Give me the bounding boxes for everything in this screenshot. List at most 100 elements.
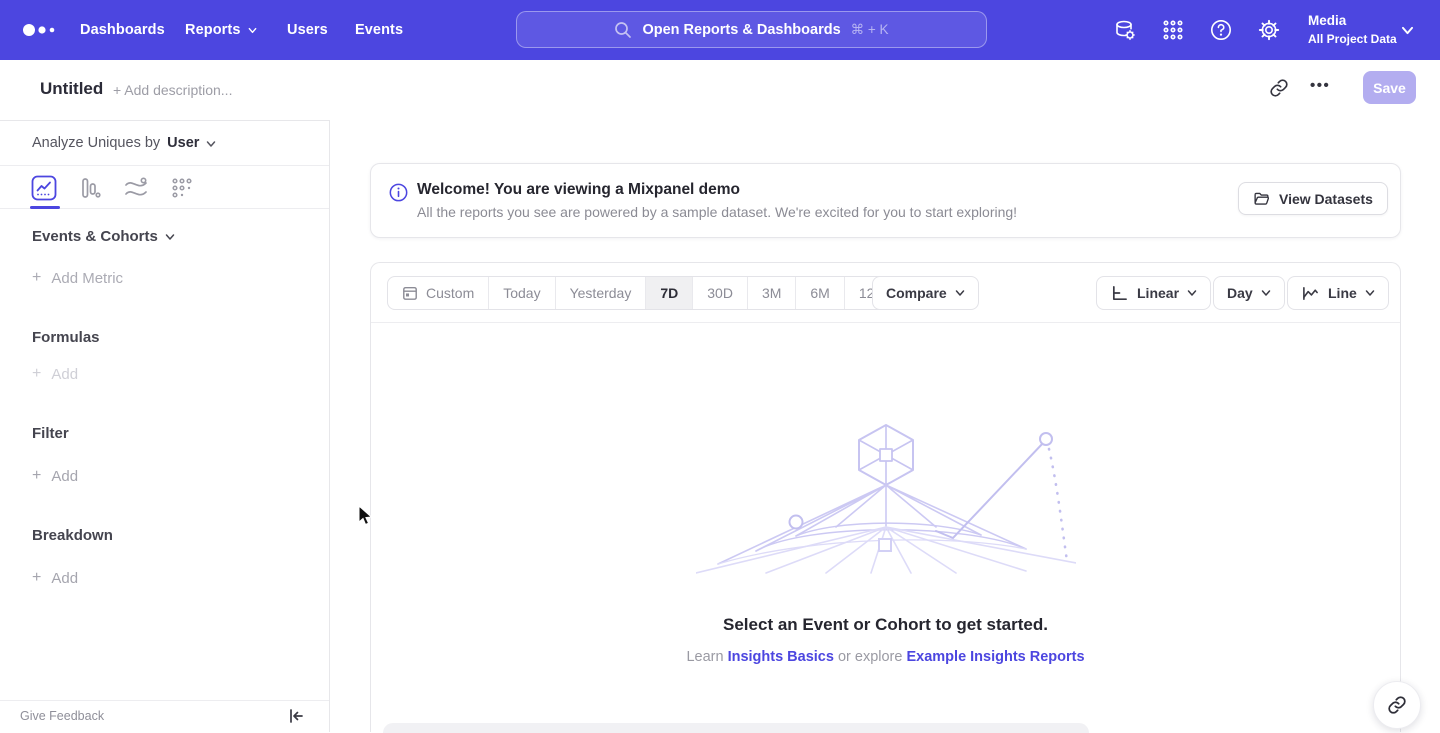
save-button[interactable]: Save	[1363, 71, 1416, 104]
collapse-sidebar-icon[interactable]	[287, 707, 305, 725]
interval-label: Day	[1227, 285, 1253, 301]
report-description-placeholder[interactable]: + Add description...	[113, 82, 232, 98]
selected-tab-indicator	[30, 206, 60, 209]
formulas-heading: Formulas	[32, 329, 100, 346]
interval-dropdown[interactable]: Day	[1213, 276, 1285, 310]
add-breakdown-label: Add	[51, 570, 78, 587]
empty-state-title: Select an Event or Cohort to get started…	[371, 615, 1400, 635]
search-shortcut: ⌘ + K	[851, 22, 889, 38]
add-metric-label: Add Metric	[51, 270, 123, 287]
plus-icon: +	[32, 569, 41, 587]
analyze-by-value: User	[167, 135, 199, 151]
nav-dashboards-label: Dashboards	[80, 22, 165, 38]
nav-users-label: Users	[287, 22, 328, 38]
line-chart-tab[interactable]	[31, 175, 57, 201]
chart-type-dropdown[interactable]: Line	[1287, 276, 1389, 310]
chevron-down-icon	[1365, 288, 1375, 298]
insights-chart-panel: Custom Today Yesterday 7D 30D 3M 6M 12M …	[370, 262, 1401, 732]
help-icon[interactable]	[1209, 18, 1233, 42]
chevron-down-icon	[955, 288, 965, 298]
nav-events[interactable]: Events	[355, 0, 403, 60]
more-options-icon[interactable]: •••	[1310, 77, 1330, 94]
data-management-icon[interactable]	[1113, 18, 1137, 42]
chevron-down-icon	[1261, 288, 1271, 298]
info-icon	[389, 183, 408, 202]
example-reports-link[interactable]: Example Insights Reports	[906, 649, 1084, 665]
range-custom[interactable]: Custom	[388, 277, 489, 309]
range-30d[interactable]: 30D	[693, 277, 748, 309]
nav-reports[interactable]: Reports	[185, 0, 257, 60]
flow-chart-tab[interactable]	[123, 175, 149, 201]
line-chart-icon	[1301, 285, 1320, 302]
link-icon[interactable]	[1269, 78, 1289, 98]
folder-icon	[1253, 190, 1270, 207]
bar-chart-tab[interactable]	[77, 175, 103, 201]
range-custom-label: Custom	[426, 285, 474, 301]
view-datasets-button[interactable]: View Datasets	[1238, 182, 1388, 215]
learn-prefix: Learn	[686, 649, 723, 665]
plus-icon: +	[32, 467, 41, 485]
nav-dashboards[interactable]: Dashboards	[80, 0, 165, 60]
empty-state-subtitle: Learn Insights Basics or explore Example…	[371, 649, 1400, 665]
project-scope: All Project Data	[1308, 32, 1397, 46]
empty-state-illustration	[696, 423, 1076, 575]
date-range-selector: Custom Today Yesterday 7D 30D 3M 6M 12M	[387, 276, 901, 310]
range-7d[interactable]: 7D	[646, 277, 693, 309]
scatter-chart-tab[interactable]	[169, 175, 195, 201]
sidebar-footer: Give Feedback	[0, 700, 329, 732]
range-today[interactable]: Today	[489, 277, 555, 309]
compare-label: Compare	[886, 285, 947, 301]
query-builder-sidebar: Analyze Uniques by User	[0, 120, 330, 732]
add-filter-button[interactable]: + Add	[32, 467, 78, 485]
add-formula-label: Add	[51, 366, 78, 383]
add-breakdown-button[interactable]: + Add	[32, 569, 78, 587]
calendar-icon	[402, 285, 418, 301]
analyze-by-dropdown[interactable]: User	[167, 135, 215, 151]
chevron-down-icon	[248, 26, 257, 35]
demo-welcome-banner: Welcome! You are viewing a Mixpanel demo…	[370, 163, 1401, 238]
insights-basics-link[interactable]: Insights Basics	[728, 649, 834, 665]
scale-dropdown[interactable]: Linear	[1096, 276, 1211, 310]
scale-label: Linear	[1137, 285, 1179, 301]
chevron-down-icon	[165, 232, 174, 241]
search-icon	[614, 21, 632, 39]
global-search-input[interactable]: Open Reports & Dashboards ⌘ + K	[516, 11, 987, 48]
analyze-uniques-row: Analyze Uniques by User	[0, 121, 329, 166]
project-chevron-down-icon[interactable]	[1401, 24, 1414, 37]
axis-scale-icon	[1110, 285, 1129, 302]
nav-users[interactable]: Users	[287, 0, 328, 60]
report-title[interactable]: Untitled	[40, 79, 103, 99]
top-nav: Dashboards Reports Users Events Open Rep…	[0, 0, 1440, 60]
filter-heading: Filter	[32, 425, 69, 442]
compare-dropdown[interactable]: Compare	[872, 276, 979, 310]
mixpanel-logo-icon[interactable]	[22, 22, 58, 38]
link-icon	[1387, 695, 1407, 715]
breakdown-heading: Breakdown	[32, 527, 113, 544]
events-cohorts-label: Events & Cohorts	[32, 228, 158, 245]
nav-reports-label: Reports	[185, 22, 241, 38]
copy-link-floating-button[interactable]	[1373, 681, 1421, 729]
plus-icon: +	[32, 269, 41, 287]
chevron-down-icon	[206, 139, 215, 148]
range-6m[interactable]: 6M	[796, 277, 844, 309]
apps-grid-icon[interactable]	[1161, 18, 1185, 42]
project-name: Media	[1308, 13, 1397, 28]
chevron-down-icon	[1187, 288, 1197, 298]
view-datasets-label: View Datasets	[1279, 191, 1373, 207]
nav-events-label: Events	[355, 22, 403, 38]
plus-icon: +	[32, 365, 41, 383]
banner-subtitle: All the reports you see are powered by a…	[417, 204, 1017, 220]
add-metric-button[interactable]: + Add Metric	[32, 269, 123, 287]
give-feedback-link[interactable]: Give Feedback	[20, 709, 104, 723]
project-switcher[interactable]: Media All Project Data	[1308, 13, 1397, 46]
range-3m[interactable]: 3M	[748, 277, 796, 309]
events-cohorts-header[interactable]: Events & Cohorts	[32, 228, 174, 245]
analyze-label: Analyze Uniques by	[32, 135, 160, 151]
range-yesterday[interactable]: Yesterday	[556, 277, 647, 309]
chart-type-tabs	[0, 167, 329, 209]
chart-type-label: Line	[1328, 285, 1357, 301]
search-placeholder: Open Reports & Dashboards	[642, 22, 840, 38]
report-header: Untitled + Add description... ••• Save	[0, 60, 1440, 120]
add-formula-button[interactable]: + Add	[32, 365, 78, 383]
gear-icon[interactable]	[1257, 18, 1281, 42]
